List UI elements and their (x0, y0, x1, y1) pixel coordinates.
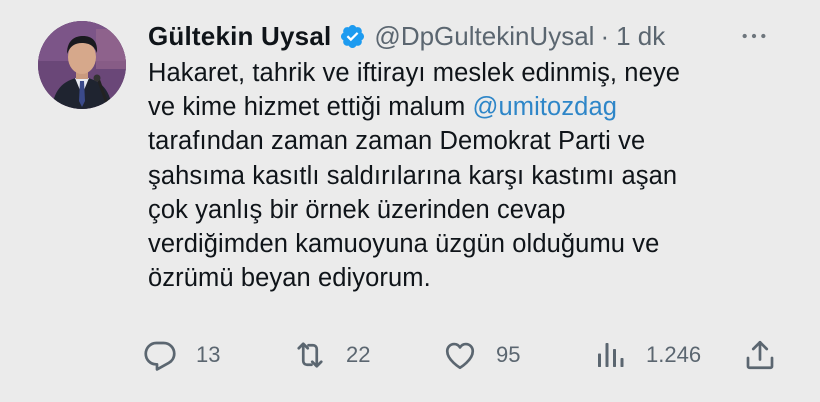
action-bar: 13 22 95 1.246 (142, 333, 792, 377)
mention-link[interactable]: @umitozdag (472, 93, 617, 121)
tweet-text-line: ve kime hizmet ettiği malum @umitozdag (148, 90, 748, 124)
verified-badge-icon (339, 23, 366, 50)
tweet-text-line: özrümü beyan ediyorum. (148, 261, 748, 295)
author-name[interactable]: Gültekin Uysal (148, 21, 331, 52)
tweet-text-line: şahsıma kasıtlı saldırılarına karşı kast… (148, 159, 748, 193)
share-icon (746, 340, 774, 370)
like-count: 95 (496, 342, 521, 367)
line-text: ve kime hizmet ettiği malum (148, 93, 473, 122)
views-button[interactable]: 1.246 (592, 333, 701, 377)
line-text: verdiğimden kamuoyuna üzgün olduğumu ve (148, 230, 660, 259)
views-count: 1.246 (646, 342, 702, 367)
retweet-button[interactable]: 22 (292, 333, 370, 377)
reply-button[interactable]: 13 (142, 333, 220, 377)
more-icon[interactable] (738, 16, 770, 56)
heart-icon (445, 342, 475, 370)
tweet-text-line: tarafından zaman zaman Demokrat Parti ve (148, 124, 748, 158)
avatar-image (38, 21, 126, 109)
share-button[interactable] (742, 333, 778, 377)
line-text: Hakaret, tahrik ve iftirayı meslek edinm… (148, 59, 680, 87)
line-text: tarafından zaman zaman Demokrat Parti ve (148, 127, 646, 156)
tweet-text: Hakaret, tahrik ve iftirayı meslek edinm… (148, 56, 748, 295)
line-text: şahsıma kasıtlı saldırılarına karşı kast… (148, 161, 678, 190)
line-text: özrümü beyan ediyorum. (148, 264, 431, 293)
tweet-time[interactable]: 1 dk (616, 21, 665, 52)
avatar[interactable] (38, 21, 126, 109)
tweet-text-line: verdiğimden kamuoyuna üzgün olduğumu ve (148, 227, 748, 261)
separator-dot: · (600, 20, 610, 51)
retweet-icon (297, 342, 323, 368)
line-text: çok yanlış bir örnek üzerinden cevap (148, 195, 566, 224)
tweet-text-line: Hakaret, tahrik ve iftirayı meslek edinm… (148, 56, 748, 90)
author-handle[interactable]: @DpGultekinUysal (374, 21, 594, 52)
tweet-header: Gültekin Uysal @DpGultekinUysal · 1 dk (148, 16, 800, 56)
reply-count: 13 (196, 342, 221, 367)
tweet-text-line: çok yanlış bir örnek üzerinden cevap (148, 193, 748, 227)
like-button[interactable]: 95 (442, 333, 520, 377)
reply-icon (144, 341, 176, 371)
views-icon (598, 343, 624, 367)
tweet[interactable]: Gültekin Uysal @DpGultekinUysal · 1 dk H… (0, 0, 820, 402)
retweet-count: 22 (346, 342, 371, 367)
